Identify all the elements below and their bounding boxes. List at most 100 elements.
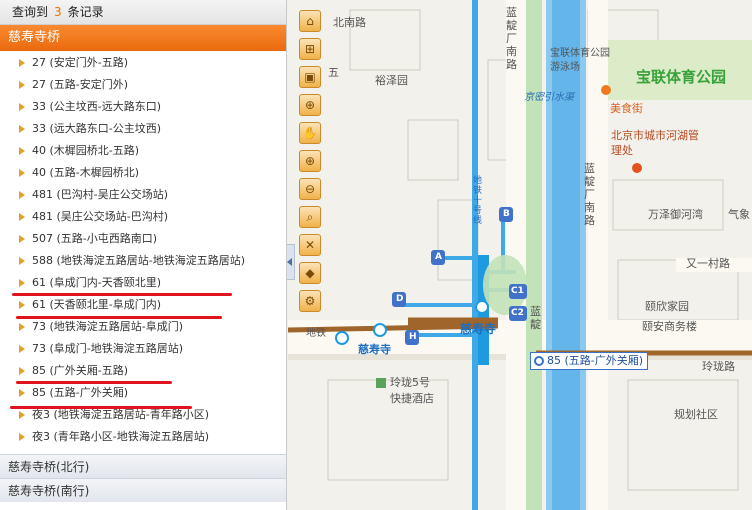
route-item[interactable]: 33 (公主坟西-远大路东口) <box>0 96 286 118</box>
annotation-underline <box>16 316 222 319</box>
map-label: 北京市城市河湖管理处 <box>611 129 699 157</box>
expand-triangle-icon <box>19 323 25 331</box>
expand-triangle-icon <box>19 59 25 67</box>
map-label: 快捷酒店 <box>390 392 434 405</box>
grid-icon[interactable]: ⊞ <box>299 38 321 60</box>
map-canvas[interactable]: 北南路 五 裕泽园 蓝靛厂南路 宝联体育公园游泳场 宝联体育公园 京密引水渠 美… <box>288 0 752 510</box>
expand-triangle-icon <box>19 389 25 397</box>
route-item[interactable]: 85 (广外关厢-五路) <box>0 360 286 382</box>
result-suffix: 条记录 <box>67 5 104 19</box>
route-label: 夜3 (青年路小区-地铁海淀五路居站) <box>32 430 210 443</box>
map-label: 裕泽园 <box>375 74 408 87</box>
metro-exit-h[interactable]: H <box>409 332 417 342</box>
map-label: 蓝靛厂南路 <box>584 162 595 227</box>
route-label: 40 (木樨园桥北-五路) <box>32 144 140 157</box>
route-label: 61 (阜成门内-天香颐北里) <box>32 276 162 289</box>
layer-icon[interactable]: ▣ <box>299 66 321 88</box>
route-item[interactable]: 61 (阜成门内-天香颐北里) <box>0 272 286 294</box>
route-label: 夜3 (地铁海淀五路居站-青年路小区) <box>32 408 210 421</box>
zoom-out-icon[interactable]: ⊖ <box>299 178 321 200</box>
route-item[interactable]: 61 (天香颐北里-阜成门内) <box>0 294 286 316</box>
route-item[interactable]: 481 (吴庄公交场站-巴沟村) <box>0 206 286 228</box>
route-item[interactable]: 27 (五路-安定门外) <box>0 74 286 96</box>
map-label: 美食街 <box>610 102 643 115</box>
route-label: 85 (广外关厢-五路) <box>32 364 129 377</box>
route-label: 33 (公主坟西-远大路东口) <box>32 100 162 113</box>
expand-triangle-icon <box>19 367 25 375</box>
map-label: 万泽御河湾 <box>648 208 703 221</box>
route-label: 27 (五路-安定门外) <box>32 78 129 91</box>
route-label: 27 (安定门外-五路) <box>32 56 129 69</box>
route-item[interactable]: 507 (五路-小屯西路南口) <box>0 228 286 250</box>
route-label: 33 (远大路东口-公主坟西) <box>32 122 162 135</box>
map-label: 京密引水渠 <box>524 92 574 103</box>
route-item[interactable]: 27 (安定门外-五路) <box>0 52 286 74</box>
metro-exit-a[interactable]: A <box>435 252 442 262</box>
route-label: 588 (地铁海淀五路居站-地铁海淀五路居站) <box>32 254 246 267</box>
expand-triangle-icon <box>19 257 25 265</box>
route-item[interactable]: 40 (木樨园桥北-五路) <box>0 140 286 162</box>
map-label: 蓝靛厂南路 <box>506 6 517 71</box>
expand-triangle-icon <box>19 191 25 199</box>
map-label: 慈寿寺 <box>460 322 497 336</box>
metro-exit-c1[interactable]: C1 <box>511 286 524 296</box>
route-item[interactable]: 481 (巴沟村-吴庄公交场站) <box>0 184 286 206</box>
route-item[interactable]: 85 (五路-广外关厢) <box>0 382 286 404</box>
route-label: 73 (阜成门-地铁海淀五路居站) <box>32 342 184 355</box>
route-list: 27 (安定门外-五路) 27 (五路-安定门外) 33 (公主坟西-远大路东口) 3… <box>0 51 286 448</box>
home-icon[interactable]: ⌂ <box>299 10 321 32</box>
search-icon[interactable]: ⌕ <box>299 206 321 228</box>
result-count: 3 <box>54 5 62 19</box>
route-label: 73 (地铁海淀五路居站-阜成门) <box>32 320 184 333</box>
stop-group-title[interactable]: 慈寿寺桥 <box>0 25 286 51</box>
measure-icon[interactable]: ✕ <box>299 234 321 256</box>
expand-triangle-icon <box>19 81 25 89</box>
route-label: 507 (五路-小屯西路南口) <box>32 232 158 245</box>
map-label: 颐欣家园 <box>645 300 689 313</box>
stop-group-north[interactable]: 慈寿寺桥(北行) <box>0 454 286 478</box>
map-label: 宝联体育公园游泳场 <box>550 48 610 73</box>
expand-triangle-icon <box>19 103 25 111</box>
map-label: 玲珑路 <box>702 360 735 373</box>
settings-icon[interactable]: ⚙ <box>299 290 321 312</box>
expand-triangle-icon <box>19 235 25 243</box>
expand-triangle-icon <box>19 125 25 133</box>
expand-triangle-icon <box>19 411 25 419</box>
hand-icon[interactable]: ✋ <box>299 122 321 144</box>
expand-triangle-icon <box>19 169 25 177</box>
metro-exit-c2[interactable]: C2 <box>511 308 524 318</box>
annotation-underline <box>12 293 232 296</box>
expand-triangle-icon <box>19 301 25 309</box>
metro-exit-d[interactable]: D <box>396 294 403 304</box>
route-item[interactable]: 73 (阜成门-地铁海淀五路居站) <box>0 338 286 360</box>
bus-stop-icon <box>534 356 544 366</box>
route-label: 61 (天香颐北里-阜成门内) <box>32 298 162 311</box>
route-item[interactable]: 588 (地铁海淀五路居站-地铁海淀五路居站) <box>0 250 286 272</box>
zoom-globe-icon[interactable]: ⊕ <box>299 94 321 116</box>
metro-exit-b[interactable]: B <box>503 209 510 219</box>
map-label: 又一村路 <box>686 257 730 270</box>
expand-triangle-icon <box>19 433 25 441</box>
route-label: 481 (巴沟村-吴庄公交场站) <box>32 188 169 201</box>
route-item[interactable]: 夜3 (青年路小区-地铁海淀五路居站) <box>0 426 286 448</box>
route-item[interactable]: 73 (地铁海淀五路居站-阜成门) <box>0 316 286 338</box>
zoom-in-icon[interactable]: ⊕ <box>299 150 321 172</box>
expand-triangle-icon <box>19 279 25 287</box>
map-label: 颐安商务楼 <box>642 320 697 333</box>
route-label: 85 (五路-广外关厢) <box>32 386 129 399</box>
panel-collapse-button[interactable] <box>287 244 295 280</box>
route-item[interactable]: 33 (远大路东口-公主坟西) <box>0 118 286 140</box>
map-label: 规划社区 <box>674 408 718 421</box>
map-labels: 北南路 五 裕泽园 蓝靛厂南路 宝联体育公园游泳场 宝联体育公园 京密引水渠 美… <box>288 0 752 510</box>
route-tag-label: 85 (五路-广外关厢) <box>547 354 644 367</box>
map-label: 蓝靛 <box>530 305 541 331</box>
route-label: 481 (吴庄公交场站-巴沟村) <box>32 210 169 223</box>
map-label: 宝联体育公园 <box>636 68 727 86</box>
stop-group-south[interactable]: 慈寿寺桥(南行) <box>0 478 286 502</box>
route-tag[interactable]: 85 (五路-广外关厢) <box>530 352 649 370</box>
marker-icon[interactable]: ◆ <box>299 262 321 284</box>
map-label: 地铁 <box>306 328 326 339</box>
result-prefix: 查询到 <box>12 5 49 19</box>
map-label: 玲珑5号 <box>390 376 430 389</box>
route-item[interactable]: 40 (五路-木樨园桥北) <box>0 162 286 184</box>
